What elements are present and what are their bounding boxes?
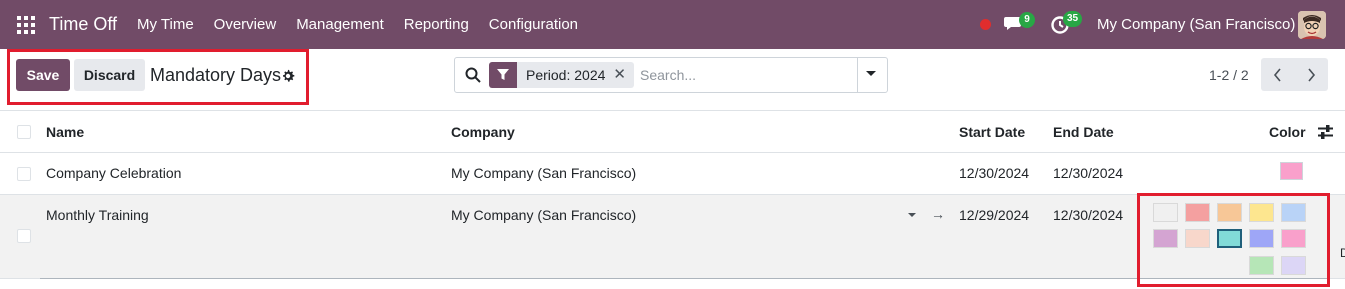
color-option[interactable] (1281, 229, 1306, 248)
user-avatar[interactable] (1298, 11, 1326, 39)
menu-item-overview[interactable]: Overview (214, 16, 277, 33)
color-option[interactable] (1281, 203, 1306, 222)
color-option[interactable] (1249, 256, 1274, 275)
main-menu: My Time Overview Management Reporting Co… (137, 16, 578, 33)
edge-glyph: D (1340, 246, 1345, 260)
company-dropdown-caret-icon[interactable] (908, 213, 916, 217)
cell-start-date[interactable]: 12/29/2024 (959, 207, 1029, 223)
column-header-start-date[interactable]: Start Date (959, 124, 1025, 140)
color-option[interactable] (1217, 229, 1242, 248)
row-checkbox[interactable] (17, 229, 31, 243)
pager-value[interactable]: 1-2 / 2 (1209, 67, 1249, 83)
column-header-color[interactable]: Color (1269, 124, 1306, 140)
row-checkbox[interactable] (17, 167, 31, 181)
pager-next-button[interactable] (1294, 58, 1328, 91)
avatar-face-icon (1298, 11, 1326, 39)
color-option[interactable] (1185, 203, 1210, 222)
cell-name[interactable]: Monthly Training (46, 207, 149, 223)
color-option[interactable] (1153, 229, 1178, 248)
app-name[interactable]: Time Off (49, 14, 117, 35)
company-switcher[interactable]: My Company (San Francisco) (1097, 16, 1295, 33)
select-all-checkbox[interactable] (17, 125, 31, 139)
color-option[interactable] (1217, 203, 1242, 222)
chevron-right-icon (1308, 67, 1316, 82)
chat-count-badge: 9 (1019, 12, 1035, 28)
table-row[interactable]: Company Celebration My Company (San Fran… (0, 153, 1345, 195)
cell-end-date[interactable]: 12/30/2024 (1053, 165, 1123, 181)
search-input[interactable] (640, 64, 850, 86)
color-option[interactable] (1249, 229, 1274, 248)
column-header-end-date[interactable]: End Date (1053, 124, 1114, 140)
activity-count-badge: 35 (1063, 11, 1083, 27)
cell-end-date[interactable]: 12/30/2024 (1053, 207, 1123, 223)
menu-item-my-time[interactable]: My Time (137, 16, 194, 33)
highlight-annotation (7, 49, 309, 105)
facet-label: Period: 2024 ✕ (517, 62, 634, 88)
cell-company[interactable]: My Company (San Francisco) (451, 165, 636, 181)
menu-item-reporting[interactable]: Reporting (404, 16, 469, 33)
facet-text: Period: 2024 (526, 67, 606, 83)
color-option[interactable] (1153, 203, 1178, 222)
color-option[interactable] (1249, 203, 1274, 222)
optional-columns-icon[interactable] (1317, 124, 1334, 140)
cell-start-date[interactable]: 12/30/2024 (959, 165, 1029, 181)
arrow-right-icon[interactable]: → (931, 206, 945, 222)
apps-grid-icon[interactable] (17, 16, 35, 34)
menu-item-management[interactable]: Management (296, 16, 384, 33)
color-option[interactable] (1281, 256, 1306, 275)
column-header-name[interactable]: Name (46, 124, 84, 140)
search-divider (857, 58, 858, 92)
top-navbar: Time Off My Time Overview Management Rep… (0, 0, 1345, 49)
cell-name[interactable]: Company Celebration (46, 165, 181, 181)
chevron-down-icon[interactable] (866, 71, 876, 76)
menu-item-configuration[interactable]: Configuration (489, 16, 578, 33)
close-icon[interactable]: ✕ (613, 62, 626, 88)
table-header: Name Company Start Date End Date Color (0, 111, 1345, 153)
column-header-company[interactable]: Company (451, 124, 515, 140)
search-facet[interactable]: Period: 2024 ✕ (489, 62, 634, 88)
cell-company[interactable]: My Company (San Francisco) (451, 207, 636, 223)
color-option[interactable] (1185, 229, 1210, 248)
filter-icon (489, 62, 517, 88)
pager-previous-button[interactable] (1261, 58, 1295, 91)
chevron-left-icon (1273, 67, 1281, 82)
color-swatch[interactable] (1280, 162, 1303, 180)
status-dot[interactable] (980, 19, 991, 30)
search-icon (465, 67, 481, 83)
